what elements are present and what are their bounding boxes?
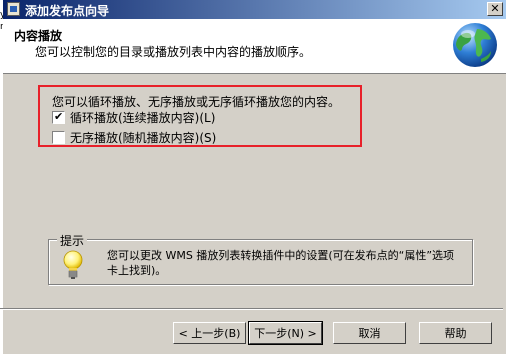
options-intro: 您可以循环播放、无序播放或无序循环播放您的内容。 [52, 95, 341, 109]
tip-label: 提示 [57, 232, 88, 249]
next-button-label: 下一步(N) > [254, 327, 317, 340]
wizard-dialog: 添加发布点向导 ✕ 内容播放 您可以控制您的目录或播放列表中内容的播放顺序。 [3, 0, 506, 354]
close-button[interactable]: ✕ [487, 2, 503, 16]
cancel-button[interactable]: 取消 [333, 322, 406, 344]
back-button-label: < 上一步(B) [178, 327, 241, 340]
window-title: 添加发布点向导 [25, 4, 110, 18]
loop-label[interactable]: 循环播放(连续播放内容)(L) [70, 109, 215, 126]
page-subtitle: 您可以控制您的目录或播放列表中内容的播放顺序。 [35, 45, 312, 59]
option-loop[interactable]: 循环播放(连续播放内容)(L) [52, 109, 215, 125]
cancel-button-label: 取消 [358, 327, 381, 340]
lightbulb-icon [63, 250, 83, 279]
option-shuffle[interactable]: 无序播放(随机播放内容)(S) [52, 129, 216, 145]
loop-checkbox[interactable] [52, 110, 65, 124]
next-button[interactable]: 下一步(N) > [248, 321, 323, 345]
shuffle-label[interactable]: 无序播放(随机播放内容)(S) [70, 129, 216, 146]
page-title: 内容播放 [14, 29, 63, 43]
close-icon: ✕ [490, 2, 500, 15]
wizard-header: 内容播放 您可以控制您的目录或播放列表中内容的播放顺序。 [3, 19, 506, 74]
help-button[interactable]: 帮助 [419, 322, 492, 344]
shuffle-checkbox[interactable] [52, 130, 65, 144]
help-button-label: 帮助 [444, 327, 467, 340]
button-separator [0, 308, 503, 310]
app-icon [7, 2, 20, 16]
back-button[interactable]: < 上一步(B) [173, 322, 246, 344]
title-bar[interactable]: 添加发布点向导 ✕ [3, 0, 506, 19]
tip-text: 您可以更改 WMS 播放列表转换插件中的设置(可在发布点的“属性”选项卡上找到)… [107, 249, 455, 277]
globe-icon [453, 23, 497, 67]
